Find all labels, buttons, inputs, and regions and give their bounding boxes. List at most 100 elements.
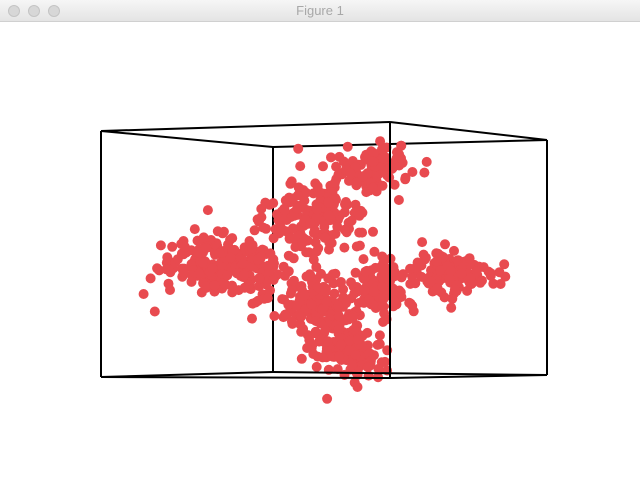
scatter-point [311,262,322,272]
scatter-point [440,239,450,250]
scatter-plot-3d[interactable] [0,22,640,502]
title-bar[interactable]: Figure 1 [0,0,640,22]
scatter-point [262,293,273,304]
scatter-point [296,353,307,364]
scatter-point [288,253,299,264]
scatter-point [357,171,368,182]
scatter-point [302,343,313,353]
scatter-point [350,349,361,360]
scatter-point [349,377,360,388]
scatter-point [485,268,496,279]
scatter-point [295,161,306,172]
scatter-point [311,361,322,372]
scatter-point [339,207,350,218]
scatter-point [393,195,404,205]
scatter-point [456,268,467,279]
scatter-point [198,232,209,243]
scatter-point [412,257,423,268]
scatter-point [362,327,373,338]
scatter-point [249,225,260,236]
scatter-point [283,299,294,310]
scatter-point [377,251,388,262]
scatter-point [286,316,297,327]
scatter-point [322,393,333,404]
scatter-point [296,326,307,337]
scatter-point [212,226,223,237]
scatter-point [306,299,317,310]
scatter-point [366,156,377,167]
scatter-point [319,232,330,243]
scatter-point [197,257,208,268]
scatter-point [391,147,402,158]
scatter-point [149,306,160,317]
scatter-point [417,237,428,248]
scatter-point [222,270,233,281]
scatter-point [268,275,279,285]
scatter-point [352,334,363,345]
scatter-point [179,241,190,252]
scatter-point [334,151,345,162]
scatter-point [354,210,365,221]
scatter-point [207,263,218,274]
scatter-point [407,167,418,177]
scatter-point [209,280,220,291]
scatter-point [432,283,443,294]
scatter-point [334,311,344,322]
scatter-point [138,289,149,299]
scatter-point [305,218,316,229]
scatter-point [292,190,303,201]
scatter-point [301,271,312,282]
scatter-point [287,223,298,234]
scatter-point [227,280,238,291]
scatter-point [322,336,333,347]
scatter-point [359,285,370,296]
scatter-point [368,182,378,193]
scatter-point [293,143,304,154]
scatter-point [465,272,476,283]
scatter-point [379,308,390,319]
scatter-point [464,253,475,264]
scatter-point [383,274,394,285]
scatter-point [333,301,344,311]
window-title: Figure 1 [296,3,344,18]
scatter-point [354,240,365,251]
scatter-point [477,275,487,286]
scatter-point [200,281,211,292]
scatter-point [152,263,163,274]
scatter-point [239,270,249,281]
scatter-point [378,293,389,304]
box-edge-top-right [389,121,548,141]
scatter-point [323,210,334,221]
scatter-point [329,177,340,188]
box-edge-top-left [100,130,274,148]
scatter-point [268,233,279,244]
scatter-point [260,197,271,208]
scatter-point [333,324,344,335]
scatter-point [339,224,350,235]
scatter-point [289,275,299,286]
scatter-point [254,273,265,284]
scatter-point [320,286,331,297]
scatter-point [261,223,271,234]
scatter-point [334,351,345,362]
box-edge-bottom-back [272,371,548,376]
scatter-point [445,265,456,276]
scatter-point [449,284,460,295]
scatter-point [317,352,328,363]
scatter-point [299,290,310,301]
scatter-point [389,179,400,190]
box-edge-top-back [100,121,391,132]
scatter-point [340,197,351,207]
scatter-point [296,311,307,322]
box-edge-bottom-left [100,371,274,378]
scatter-point [237,258,248,269]
scatter-point [419,167,430,178]
scatter-point [349,324,359,335]
scatter-point [421,156,432,167]
box-edge-top-front [272,139,548,148]
figure-canvas[interactable] [0,22,640,502]
scatter-point [377,153,388,164]
scatter-point [301,247,312,258]
scatter-point [362,362,373,373]
scatter-point [368,226,378,237]
